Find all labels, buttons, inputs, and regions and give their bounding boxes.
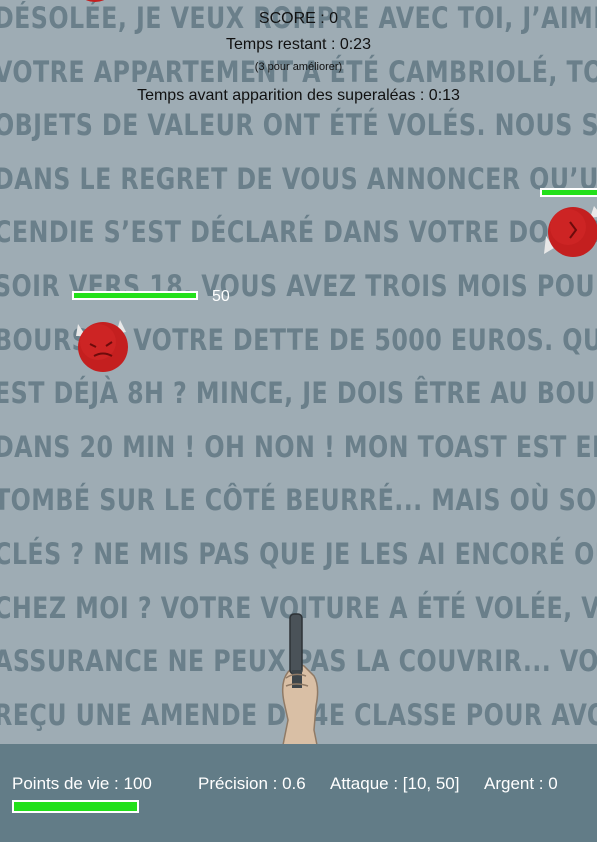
time-upgrade-hint: (3 pour améliorer) [254,61,343,73]
background-line: ASSURANCE NE PEUX PAS LA COUVRIR... VOUS… [0,644,597,679]
enemy-health-bar [72,291,198,300]
time-remaining: Temps restant : 0:23 [226,36,371,53]
enemy-health-bar [540,188,597,197]
background-line: EST DÉJÀ 8H ? MINCE, JE DOIS ÊTRE AU BOU… [0,376,597,411]
background-line: DANS 20 MIN ! OH NON ! MON TOAST EST ENC… [0,429,597,464]
enemy-devil-icon[interactable] [540,202,597,262]
enemy-health-value: 50 [212,288,230,305]
attack-stat: Attaque : [10, 50] [330,774,460,793]
background-line: SOIR VERS 18. VOUS AVEZ TROIS MOIS POUR … [0,268,597,303]
background-line: CENDIE S’EST DÉCLARÉ DANS VOTRE DOMICILE [0,215,597,250]
superalea-timer: Temps avant apparition des superaléas : … [137,87,460,104]
status-bar: Points de vie : 100 Précision : 0.6 Atta… [0,744,597,842]
background-line: CLÉS ? NE MIS PAS QUE JE LES AI ENCORÉ O… [0,536,597,571]
background-line: DANS LE REGRET DE VOUS ANNONCER QU’UN IN [0,161,597,196]
background-line: REÇU UNE AMENDE DE 4E CLASSE POUR AVOIR [0,697,597,732]
player-health-label: Points de vie : 100 [12,774,152,793]
background-line: OBJETS DE VALEUR ONT ÉTÉ VOLÉS. NOUS SOM… [0,108,597,143]
enemy-devil-icon[interactable] [72,314,134,374]
money-stat: Argent : 0 [484,774,558,793]
enemy-devil-icon[interactable] [70,0,190,20]
pistol-icon [281,613,319,750]
precision-stat: Précision : 0.6 [198,774,306,793]
game-canvas[interactable]: DÉSOLÉE, JE VEUX ROMPRE AVEC TOI, J’AIME… [0,0,597,842]
background-line: TOMBÉ SUR LE CÔTÉ BEURRÉ... MAIS OÙ SONT… [0,483,597,518]
player-health-bar [12,800,139,813]
background-line: CHEZ MOI ? VOTRE VOITURE A ÉTÉ VOLÉE, VO… [0,590,597,625]
